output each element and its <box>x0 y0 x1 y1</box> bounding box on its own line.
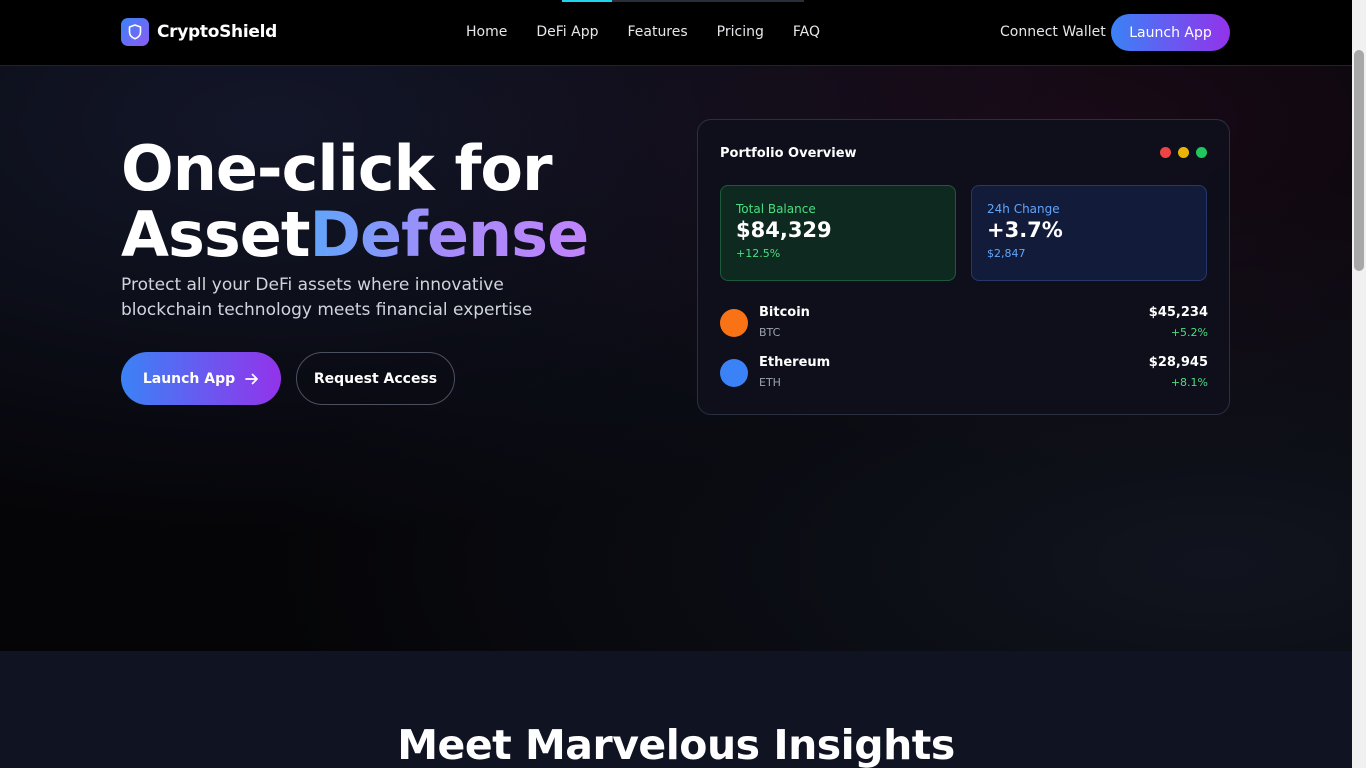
nav-link-faq[interactable]: FAQ <box>793 24 820 40</box>
hero-title-accent: Defense <box>309 198 589 271</box>
change-24h-stat: 24h Change +3.7% $2,847 <box>971 185 1207 281</box>
hero-title-plain: Asset <box>121 198 310 271</box>
portfolio-overview-card: Portfolio Overview Total Balance $84,329… <box>697 119 1230 415</box>
asset-row-ethereum: Ethereum ETH $28,945 +8.1% <box>720 355 1208 395</box>
ethereum-icon <box>720 359 748 387</box>
connect-wallet-link[interactable]: Connect Wallet <box>1000 24 1106 40</box>
hero-section: One-click for AssetDefense Protect all y… <box>0 66 1352 651</box>
hero-launch-app-button[interactable]: Launch App <box>121 352 281 405</box>
change-24h-label: 24h Change <box>987 202 1060 216</box>
bitcoin-icon <box>720 309 748 337</box>
top-navbar: CryptoShield Home DeFi App Features Pric… <box>0 0 1352 66</box>
hero-title: One-click for AssetDefense <box>121 136 589 271</box>
asset-row-bitcoin: Bitcoin BTC $45,234 +5.2% <box>720 305 1208 345</box>
change-24h-amount: $2,847 <box>987 247 1026 260</box>
scrollbar-thumb[interactable] <box>1354 50 1364 271</box>
total-balance-stat: Total Balance $84,329 +12.5% <box>720 185 956 281</box>
arrow-right-icon <box>245 373 259 384</box>
asset-name: Bitcoin <box>759 305 810 320</box>
insights-title: Meet Marvelous Insights <box>397 721 955 768</box>
hero-subtitle: Protect all your DeFi assets where innov… <box>121 275 533 320</box>
insights-section: Meet Marvelous Insights <box>0 651 1352 768</box>
hero-title-line1: One-click for <box>121 132 553 205</box>
asset-change: +8.1% <box>1170 376 1208 389</box>
section-progress-active <box>562 0 612 2</box>
brand[interactable]: CryptoShield <box>121 18 277 46</box>
green-dot-icon <box>1196 147 1207 158</box>
window-dots <box>1160 147 1207 158</box>
nav-links: Home DeFi App Features Pricing FAQ <box>466 24 820 40</box>
asset-change: +5.2% <box>1170 326 1208 339</box>
asset-symbol: ETH <box>759 376 781 389</box>
request-access-button[interactable]: Request Access <box>296 352 455 405</box>
hero-launch-app-label: Launch App <box>142 370 236 387</box>
nav-link-features[interactable]: Features <box>627 24 687 40</box>
nav-link-pricing[interactable]: Pricing <box>717 24 764 40</box>
total-balance-value: $84,329 <box>736 218 832 242</box>
page-scrollbar[interactable] <box>1352 0 1366 768</box>
yellow-dot-icon <box>1178 147 1189 158</box>
asset-name: Ethereum <box>759 355 831 370</box>
asset-symbol: BTC <box>759 326 781 339</box>
section-progress-indicator <box>562 0 804 2</box>
nav-launch-app-button[interactable]: Launch App <box>1111 14 1230 51</box>
total-balance-change: +12.5% <box>736 247 781 260</box>
red-dot-icon <box>1160 147 1171 158</box>
nav-link-defi-app[interactable]: DeFi App <box>536 24 598 40</box>
portfolio-title: Portfolio Overview <box>720 146 857 161</box>
brand-name: CryptoShield <box>157 22 278 42</box>
asset-price: $45,234 <box>1148 305 1208 320</box>
total-balance-label: Total Balance <box>736 202 816 216</box>
change-24h-value: +3.7% <box>987 218 1063 242</box>
shield-logo-icon <box>121 18 149 46</box>
nav-link-home[interactable]: Home <box>466 24 507 40</box>
asset-price: $28,945 <box>1148 355 1208 370</box>
